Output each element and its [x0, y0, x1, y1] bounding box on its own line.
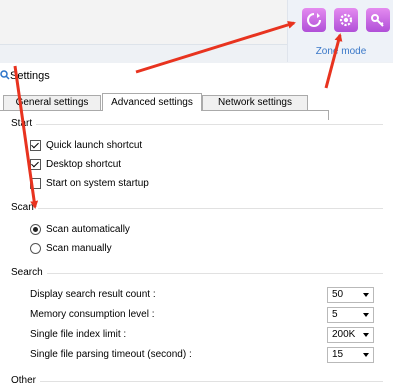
- parsing-timeout-row: Single file parsing timeout (second) : 1…: [30, 347, 375, 363]
- setting-label: Display search result count :: [30, 289, 156, 300]
- settings-tabs: General settings Advanced settings Netwo…: [0, 93, 393, 111]
- file-index-limit-row: Single file index limit : 200K: [30, 327, 375, 343]
- select-value: 200K: [332, 329, 356, 340]
- file-index-limit-select[interactable]: 200K: [327, 327, 374, 343]
- tab-label: General settings: [15, 97, 89, 108]
- checkbox-label: Start on system startup: [46, 177, 149, 189]
- zone-mode-panel: Zone mode: [287, 0, 393, 62]
- checkbox-label: Desktop shortcut: [46, 158, 122, 170]
- zone-mode-label: Zone mode: [315, 46, 367, 57]
- start-group-heading: Start: [11, 118, 37, 129]
- search-result-count-select[interactable]: 50: [327, 287, 374, 303]
- setting-label: Single file index limit :: [30, 329, 127, 340]
- setting-label: Memory consumption level :: [30, 309, 155, 320]
- checkbox-box[interactable]: [30, 158, 41, 170]
- select-value: 50: [332, 289, 344, 300]
- quick-launch-shortcut-checkbox[interactable]: Quick launch shortcut: [30, 137, 142, 153]
- select-value: 5: [332, 309, 338, 320]
- dropdown-arrow-icon: [363, 333, 369, 337]
- scan-group-heading: Scan: [11, 202, 38, 213]
- group-divider: [11, 124, 383, 125]
- refresh-icon: [307, 13, 321, 27]
- tab-network-settings[interactable]: Network settings: [202, 95, 308, 110]
- checkbox-box[interactable]: [30, 139, 41, 151]
- radio-label: Scan manually: [46, 242, 112, 254]
- radio-circle[interactable]: [30, 223, 41, 235]
- search-group-heading: Search: [11, 267, 47, 278]
- radio-label: Scan automatically: [46, 223, 130, 235]
- other-group-heading: Other: [11, 375, 41, 386]
- dropdown-arrow-icon: [363, 313, 369, 317]
- memory-level-row: Memory consumption level : 5: [30, 307, 375, 323]
- search-result-count-row: Display search result count : 50: [30, 287, 375, 303]
- tab-advanced-settings[interactable]: Advanced settings: [102, 93, 202, 111]
- desktop-shortcut-checkbox[interactable]: Desktop shortcut: [30, 156, 121, 172]
- checkbox-label: Quick launch shortcut: [46, 139, 143, 151]
- window-title: Settings: [10, 70, 50, 82]
- parsing-timeout-select[interactable]: 15: [327, 347, 374, 363]
- search-app-icon: [0, 70, 10, 80]
- advanced-settings-panel: Start Quick launch shortcut Desktop shor…: [0, 111, 393, 386]
- group-divider: [11, 208, 383, 209]
- gear-icon: [339, 13, 353, 27]
- memory-level-select[interactable]: 5: [327, 307, 374, 323]
- setting-label: Single file parsing timeout (second) :: [30, 349, 192, 360]
- settings-titlebar: Settings: [0, 66, 393, 86]
- select-value: 15: [332, 349, 344, 360]
- key-icon: [371, 14, 384, 27]
- start-on-startup-checkbox[interactable]: Start on system startup: [30, 175, 149, 191]
- checkbox-box[interactable]: [30, 177, 41, 189]
- tab-general-settings[interactable]: General settings: [3, 95, 101, 110]
- settings-button[interactable]: [334, 8, 358, 32]
- refresh-button[interactable]: [302, 8, 326, 32]
- key-button[interactable]: [366, 8, 390, 32]
- scan-manually-radio[interactable]: Scan manually: [30, 240, 112, 256]
- radio-circle[interactable]: [30, 242, 41, 254]
- tab-label: Network settings: [218, 97, 292, 108]
- dropdown-arrow-icon: [363, 353, 369, 357]
- tab-label: Advanced settings: [111, 97, 193, 108]
- tab-right-edge: [328, 110, 329, 120]
- scan-automatically-radio[interactable]: Scan automatically: [30, 221, 130, 237]
- group-divider: [11, 273, 383, 274]
- dropdown-arrow-icon: [363, 293, 369, 297]
- group-divider: [11, 381, 383, 382]
